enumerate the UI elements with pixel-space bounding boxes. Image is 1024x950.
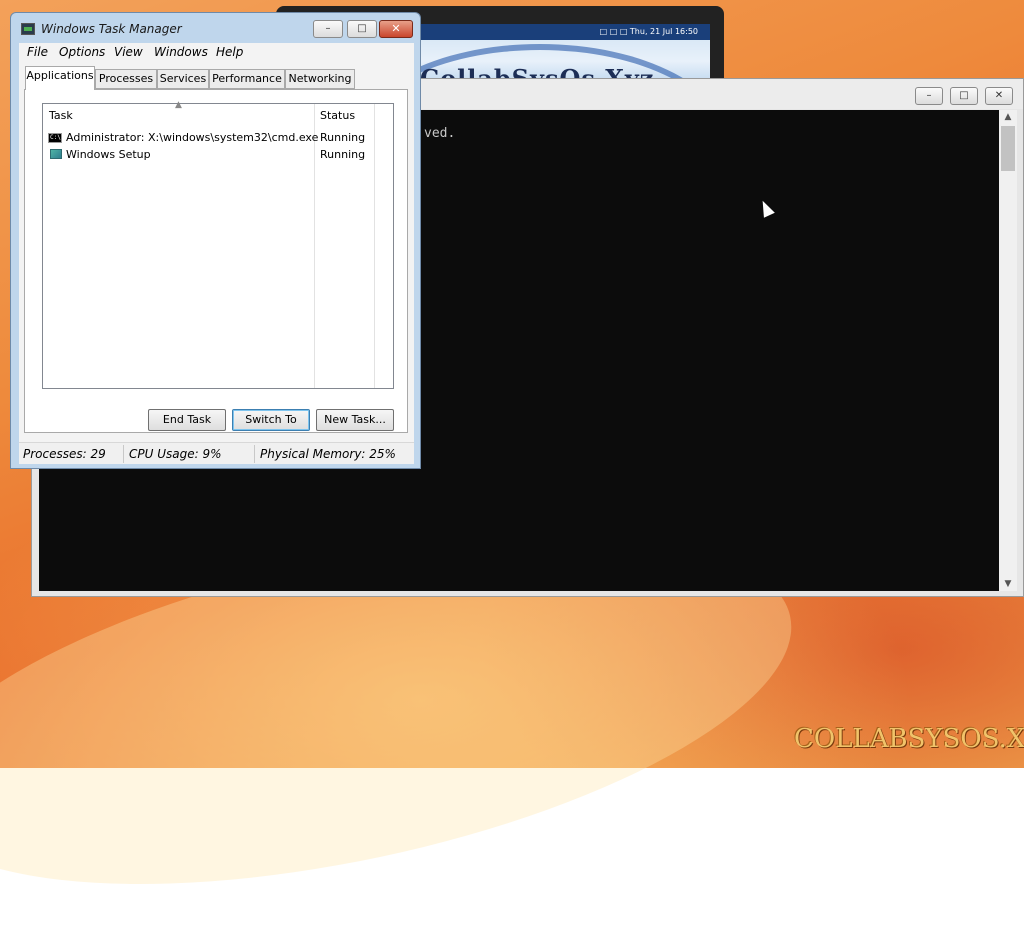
- task-name: Administrator: X:\windows\system32\cmd.e…: [66, 131, 319, 144]
- list-item[interactable]: Windows Setup Running: [48, 147, 388, 163]
- task-name: Windows Setup: [66, 148, 151, 161]
- status-processes: Processes: 29: [23, 447, 106, 461]
- menu-bar: File Options View Windows Help: [19, 43, 414, 63]
- new-task-button[interactable]: New Task...: [316, 409, 394, 431]
- sort-ascending-icon: ▲: [175, 100, 182, 110]
- cmd-output-text: ved.: [424, 126, 456, 141]
- status-bar: Processes: 29 CPU Usage: 9% Physical Mem…: [19, 442, 414, 464]
- tab-processes[interactable]: Processes: [95, 69, 157, 89]
- window-title: Windows Task Manager: [41, 22, 182, 36]
- tab-applications[interactable]: Applications: [25, 66, 95, 90]
- column-header-status[interactable]: Status: [320, 104, 355, 128]
- close-button[interactable]: ✕: [379, 20, 413, 38]
- cmd-scrollbar[interactable]: ▲ ▼: [999, 110, 1017, 591]
- status-cpu-usage: CPU Usage: 9%: [129, 447, 222, 461]
- task-manager-icon: [21, 23, 35, 35]
- cmd-maximize-button[interactable]: □: [950, 87, 978, 105]
- status-separator: [254, 445, 255, 463]
- cmd-minimize-button[interactable]: –: [915, 87, 943, 105]
- task-manager-window[interactable]: Windows Task Manager – □ ✕ File Options …: [10, 12, 421, 469]
- task-manager-client: Applications Processes Services Performa…: [19, 63, 414, 448]
- applications-panel: ▲ Task Status C:\ Administrator: X:\wind…: [24, 89, 408, 433]
- menu-view[interactable]: View: [114, 45, 143, 59]
- status-separator: [123, 445, 124, 463]
- list-item[interactable]: C:\ Administrator: X:\windows\system32\c…: [48, 130, 388, 146]
- tab-networking[interactable]: Networking: [285, 69, 355, 89]
- menu-file[interactable]: File: [27, 45, 48, 59]
- menu-options[interactable]: Options: [59, 45, 105, 59]
- switch-to-button[interactable]: Switch To: [232, 409, 310, 431]
- cmd-close-button[interactable]: ✕: [985, 87, 1013, 105]
- status-physical-memory: Physical Memory: 25%: [260, 447, 396, 461]
- setup-icon: [50, 149, 62, 159]
- scroll-up-icon[interactable]: ▲: [999, 110, 1017, 124]
- cmd-icon: C:\: [48, 133, 62, 143]
- task-manager-titlebar[interactable]: Windows Task Manager – □ ✕: [11, 13, 420, 43]
- maximize-button[interactable]: □: [347, 20, 377, 38]
- task-status: Running: [320, 131, 366, 144]
- menu-windows[interactable]: Windows: [154, 45, 208, 59]
- applications-list[interactable]: ▲ Task Status C:\ Administrator: X:\wind…: [42, 100, 394, 389]
- cmd-scroll-thumb[interactable]: [1001, 126, 1015, 171]
- end-task-button[interactable]: End Task: [148, 409, 226, 431]
- task-status: Running: [320, 148, 366, 161]
- minimize-button[interactable]: –: [313, 20, 343, 38]
- watermark-text: COLLABSYSOS.XYZ: [794, 724, 1024, 754]
- column-header-task[interactable]: Task: [49, 104, 73, 128]
- scroll-down-icon[interactable]: ▼: [999, 577, 1017, 591]
- tab-services[interactable]: Services: [157, 69, 209, 89]
- menu-help[interactable]: Help: [216, 45, 243, 59]
- tab-performance[interactable]: Performance: [209, 69, 285, 89]
